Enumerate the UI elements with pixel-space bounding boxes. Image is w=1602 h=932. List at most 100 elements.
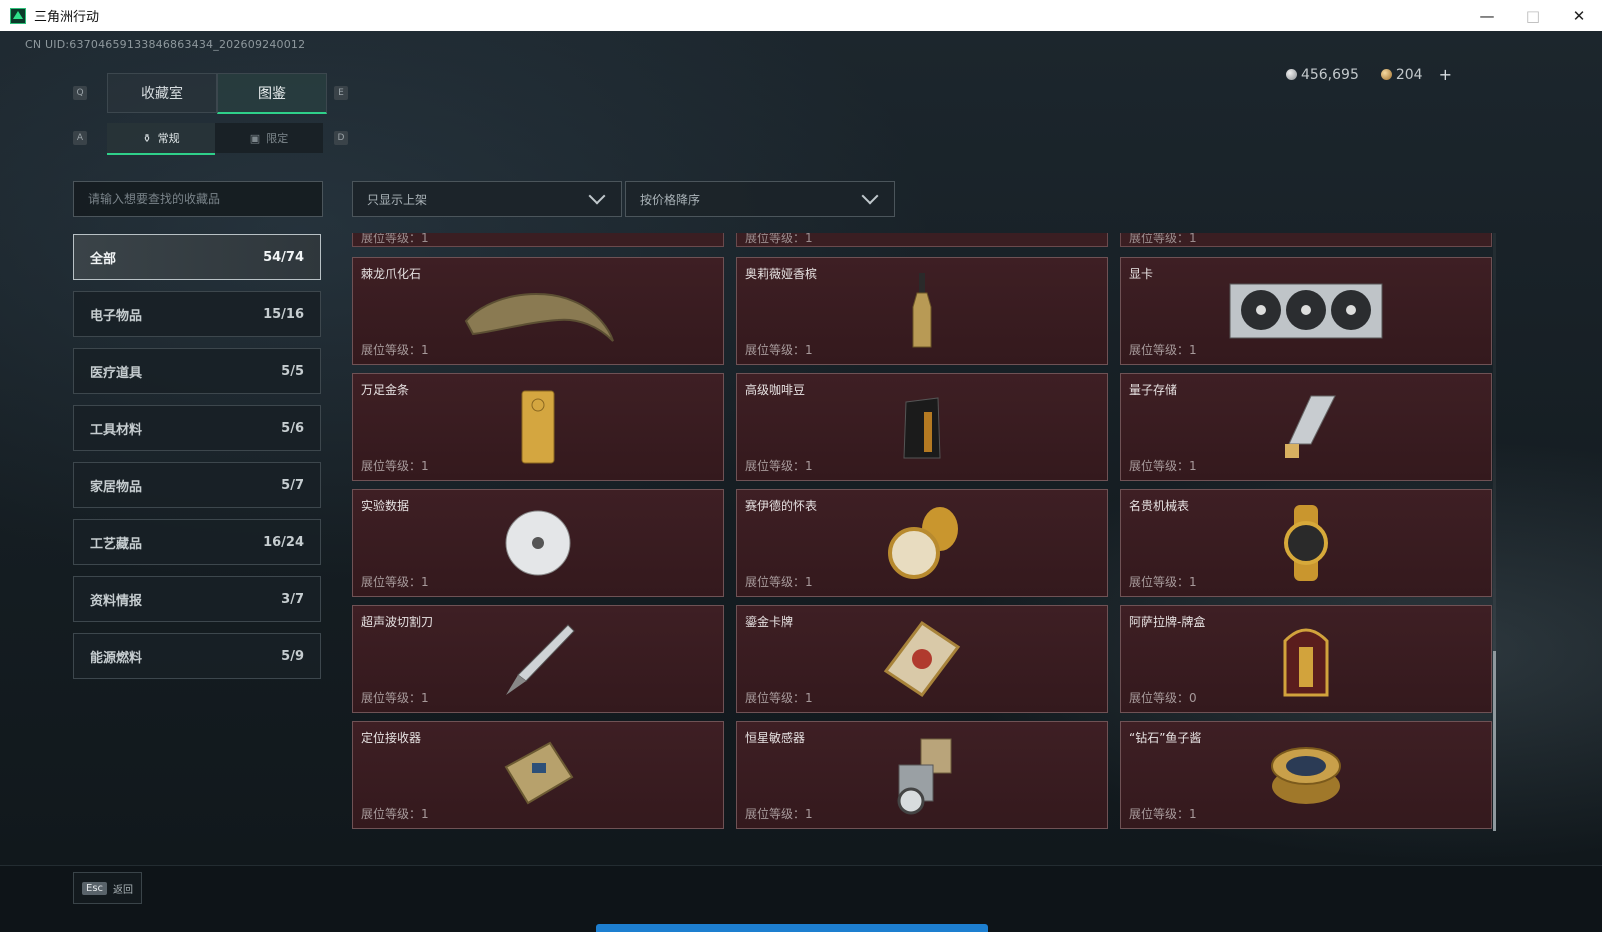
back-label: 返回 bbox=[113, 884, 134, 896]
tab-catalog[interactable]: 图鉴 bbox=[217, 73, 327, 114]
category-count: 5/6 bbox=[281, 420, 304, 436]
add-currency-button[interactable]: + bbox=[1439, 65, 1452, 84]
collectible-card[interactable]: 量子存储 展位等级：1 bbox=[1120, 373, 1492, 481]
item-level: 展位等级：1 bbox=[745, 341, 813, 358]
tab-regular[interactable]: ⚱ 常规 bbox=[107, 123, 215, 155]
minimize-button[interactable]: — bbox=[1464, 0, 1510, 31]
sort-value: 按价格降序 bbox=[640, 192, 701, 207]
partial-card[interactable]: 展位等级：1 bbox=[736, 233, 1108, 247]
collectible-card[interactable]: 鎏金卡牌 展位等级：1 bbox=[736, 605, 1108, 713]
tab-limited-label: 限定 bbox=[266, 132, 289, 145]
item-level: 展位等级：1 bbox=[1129, 341, 1197, 358]
silver-coin-icon bbox=[1285, 68, 1297, 80]
item-level: 展位等级：1 bbox=[745, 689, 813, 706]
collectible-card[interactable]: 高级咖啡豆 展位等级：1 bbox=[736, 373, 1108, 481]
category-label: 资料情报 bbox=[90, 593, 143, 609]
item-name: 名贵机械表 bbox=[1129, 499, 1190, 513]
partial-card[interactable]: 展位等级：1 bbox=[1120, 233, 1492, 247]
search-input[interactable] bbox=[74, 191, 310, 207]
item-name: 显卡 bbox=[1129, 267, 1154, 281]
category-count: 16/24 bbox=[263, 534, 304, 550]
item-name: “钻石”鱼子酱 bbox=[1129, 731, 1202, 745]
level-value: 1 bbox=[805, 233, 813, 245]
collectible-card[interactable]: 超声波切割刀 展位等级：1 bbox=[352, 605, 724, 713]
level-label: 展位等级： bbox=[1129, 233, 1190, 245]
gilded-card-icon bbox=[883, 620, 961, 698]
item-name: 赛伊德的怀表 bbox=[745, 499, 818, 513]
level-value: 1 bbox=[805, 807, 813, 821]
category-all[interactable]: 全部 54/74 bbox=[73, 234, 321, 280]
item-name: 鎏金卡牌 bbox=[745, 615, 794, 629]
level-label: 展位等级： bbox=[361, 459, 422, 473]
scrollbar-thumb[interactable] bbox=[1493, 651, 1496, 831]
category-label: 电子物品 bbox=[90, 308, 143, 324]
key-hint-q: Q bbox=[73, 86, 87, 100]
level-label: 展位等级： bbox=[361, 807, 422, 821]
level-label: 展位等级： bbox=[1129, 575, 1190, 589]
app-logo-icon bbox=[10, 7, 26, 24]
chevron-down-icon bbox=[588, 187, 606, 205]
category-electronics[interactable]: 电子物品 15/16 bbox=[73, 291, 321, 337]
category-label: 工艺藏品 bbox=[90, 536, 143, 552]
level-label: 展位等级： bbox=[1129, 807, 1190, 821]
champagne-icon bbox=[912, 273, 932, 348]
item-level: 展位等级：1 bbox=[361, 805, 429, 822]
item-level: 展位等级：1 bbox=[1129, 573, 1197, 590]
category-household[interactable]: 家居物品 5/7 bbox=[73, 462, 321, 508]
item-name: 棘龙爪化石 bbox=[361, 267, 422, 281]
level-label: 展位等级： bbox=[361, 233, 422, 245]
collectible-card[interactable]: 实验数据 展位等级：1 bbox=[352, 489, 724, 597]
item-level: 展位等级：1 bbox=[1129, 805, 1197, 822]
item-name: 量子存储 bbox=[1129, 383, 1178, 397]
picture-icon: ▣ bbox=[249, 131, 261, 145]
shelf-filter-dropdown[interactable]: 只显示上架 bbox=[352, 181, 622, 217]
category-label: 家居物品 bbox=[90, 479, 143, 495]
collectible-card[interactable]: 显卡 展位等级：1 bbox=[1120, 257, 1492, 365]
gold-coin-icon bbox=[1380, 68, 1392, 80]
level-label: 展位等级： bbox=[361, 575, 422, 589]
partial-card[interactable]: 展位等级：1 bbox=[352, 233, 724, 247]
level-label: 展位等级： bbox=[745, 575, 806, 589]
category-crafts[interactable]: 工艺藏品 16/24 bbox=[73, 519, 321, 565]
esc-key-hint: Esc bbox=[82, 881, 108, 895]
category-energy[interactable]: 能源燃料 5/9 bbox=[73, 633, 321, 679]
category-medical[interactable]: 医疗道具 5/5 bbox=[73, 348, 321, 394]
item-name: 实验数据 bbox=[361, 499, 410, 513]
level-label: 展位等级： bbox=[361, 691, 422, 705]
level-value: 0 bbox=[1189, 691, 1197, 705]
category-count: 5/7 bbox=[281, 477, 304, 493]
close-button[interactable]: ✕ bbox=[1556, 0, 1602, 31]
maximize-button[interactable]: □ bbox=[1510, 0, 1556, 31]
tab-limited[interactable]: ▣ 限定 bbox=[215, 123, 323, 153]
level-value: 1 bbox=[1189, 807, 1197, 821]
level-value: 1 bbox=[805, 343, 813, 357]
item-level: 展位等级：1 bbox=[745, 457, 813, 474]
collectible-card[interactable]: 阿萨拉牌-牌盒 展位等级：0 bbox=[1120, 605, 1492, 713]
collectible-card[interactable]: “钻石”鱼子酱 展位等级：1 bbox=[1120, 721, 1492, 829]
collectible-card[interactable]: 恒星敏感器 展位等级：1 bbox=[736, 721, 1108, 829]
collectible-card[interactable]: 棘龙爪化石 展位等级：1 bbox=[352, 257, 724, 365]
collectible-card[interactable]: 赛伊德的怀表 展位等级：1 bbox=[736, 489, 1108, 597]
tab-collection-room[interactable]: 收藏室 bbox=[107, 73, 217, 113]
category-tools[interactable]: 工具材料 5/6 bbox=[73, 405, 321, 451]
item-level: 展位等级：1 bbox=[361, 573, 429, 590]
bottle-icon: ⚱ bbox=[142, 131, 152, 145]
level-value: 1 bbox=[1189, 575, 1197, 589]
currency-bar: 456,695 204 + bbox=[1272, 65, 1452, 84]
level-label: 展位等级： bbox=[745, 233, 806, 245]
cutter-icon bbox=[506, 624, 575, 695]
collectible-card[interactable]: 定位接收器 展位等级：1 bbox=[352, 721, 724, 829]
grid-scrollbar[interactable] bbox=[1493, 233, 1496, 831]
sort-dropdown[interactable]: 按价格降序 bbox=[625, 181, 895, 217]
item-name: 奥莉薇娅香槟 bbox=[745, 267, 818, 281]
item-level: 展位等级：1 bbox=[1129, 457, 1197, 474]
collectible-card[interactable]: 万足金条 展位等级：1 bbox=[352, 373, 724, 481]
collectible-card[interactable]: 名贵机械表 展位等级：1 bbox=[1120, 489, 1492, 597]
category-intel[interactable]: 资料情报 3/7 bbox=[73, 576, 321, 622]
collectible-grid: 棘龙爪化石 展位等级：1 奥莉薇娅香槟 展位等级：1 显卡 展位等级：1 万足金… bbox=[352, 257, 1492, 829]
back-button[interactable]: Esc 返回 bbox=[73, 872, 143, 904]
collectible-card[interactable]: 奥莉薇娅香槟 展位等级：1 bbox=[736, 257, 1108, 365]
coffee-bag-icon bbox=[903, 397, 941, 459]
item-level: 展位等级：1 bbox=[745, 805, 813, 822]
level-value: 1 bbox=[421, 233, 429, 245]
